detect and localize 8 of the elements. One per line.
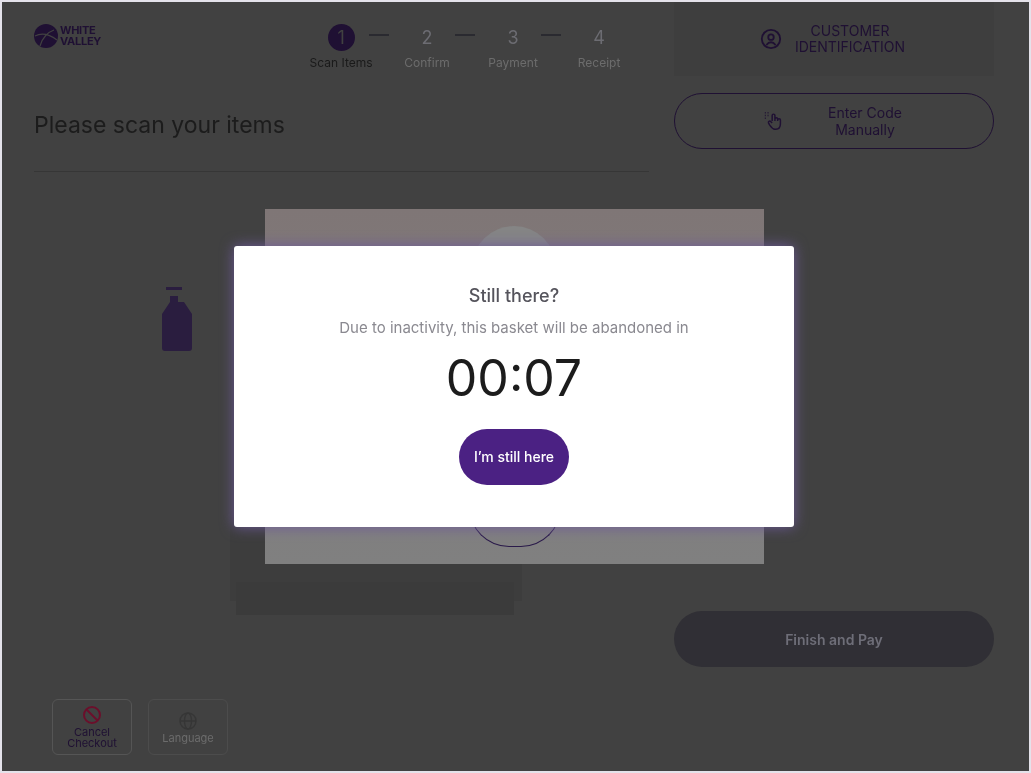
soap-bottle-icon	[160, 286, 194, 351]
dialog-message: Due to inactivity, this basket will be abandoned in	[339, 317, 689, 339]
prohibited-icon	[82, 705, 102, 725]
dialog-title: Still there?	[468, 284, 560, 308]
countdown-timer: 00:07	[445, 347, 583, 408]
user-circle-icon	[760, 28, 782, 50]
logo-icon	[34, 24, 58, 48]
still-here-button[interactable]: I’m still here	[458, 428, 570, 485]
